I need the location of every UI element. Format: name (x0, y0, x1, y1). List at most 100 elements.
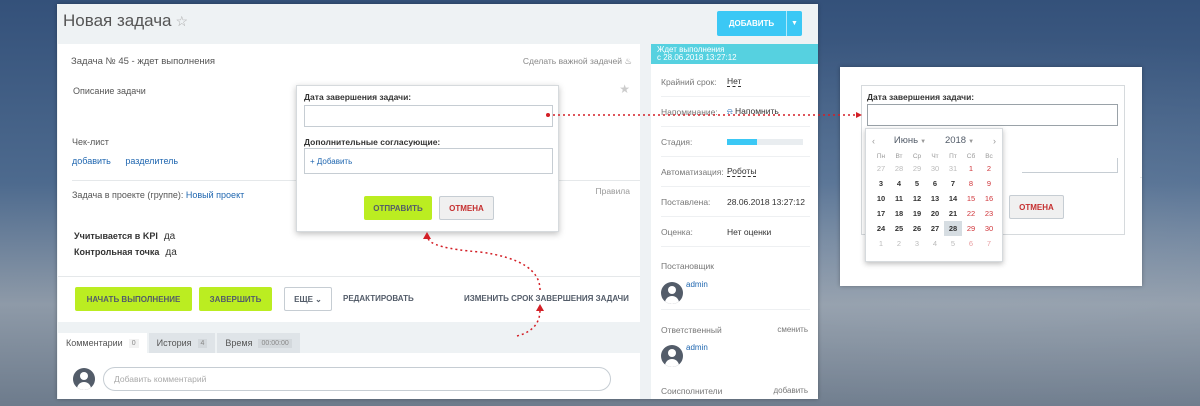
project-link[interactable]: Новый проект (186, 190, 244, 200)
checklist-add-link[interactable]: добавить (72, 156, 111, 166)
weekday-label: Пт (949, 152, 957, 160)
chevron-right-icon[interactable]: › (993, 136, 996, 146)
coexecutors-add-link[interactable]: добавить (773, 386, 808, 395)
calendar-day[interactable]: 19 (908, 206, 926, 221)
calendar-day[interactable]: 28 (890, 161, 908, 176)
approvers-add-field[interactable]: + Добавить (304, 148, 553, 174)
add-button[interactable]: ДОБАВИТЬ ▼ (717, 11, 802, 36)
calendar-day[interactable]: 10 (872, 191, 890, 206)
calendar-day[interactable]: 7 (944, 176, 962, 191)
change-deadline-button[interactable]: ИЗМЕНИТЬ СРОК ЗАВЕРШЕНИЯ ЗАДАЧИ (464, 294, 629, 303)
tab-count: 00:00:00 (258, 338, 292, 348)
automation-value[interactable]: Роботы (727, 166, 757, 177)
finish-button[interactable]: ЗАВЕРШИТЬ (199, 287, 272, 311)
tab-time[interactable]: Время 00:00:00 (217, 333, 300, 353)
calendar-day[interactable]: 14 (944, 191, 962, 206)
calendar-day[interactable]: 9 (980, 176, 998, 191)
calendar-day[interactable]: 31 (944, 161, 962, 176)
calendar-day[interactable]: 18 (890, 206, 908, 221)
creator-name[interactable]: admin (686, 280, 708, 289)
calendar-day[interactable]: 21 (944, 206, 962, 221)
calendar-day[interactable]: 7 (980, 236, 998, 251)
more-button[interactable]: ЕЩЕ ⌄ (284, 287, 332, 311)
calendar-day[interactable]: 11 (890, 191, 908, 206)
calendar-day[interactable]: 4 (890, 176, 908, 191)
calendar-day[interactable]: 23 (980, 206, 998, 221)
calendar-day[interactable]: 2 (890, 236, 908, 251)
cancel-button[interactable]: ОТМЕНА (1009, 195, 1064, 219)
stage-row: Стадия: (661, 127, 810, 157)
month-select[interactable]: Июнь ▼ (894, 135, 926, 146)
stage-progress-fill (727, 138, 758, 145)
make-important-link[interactable]: Сделать важной задачей ♨ (523, 56, 632, 67)
add-approver-link[interactable]: + Добавить (310, 157, 352, 166)
calendar-day[interactable]: 8 (962, 176, 980, 191)
edit-button[interactable]: РЕДАКТИРОВАТЬ (343, 294, 414, 303)
calendar-day[interactable]: 15 (962, 191, 980, 206)
calendar-day[interactable]: 29 (908, 161, 926, 176)
deadline-value[interactable]: Нет (727, 76, 742, 87)
calendar-day[interactable]: 12 (908, 191, 926, 206)
year-select[interactable]: 2018 ▼ (945, 135, 974, 146)
calendar-day[interactable]: 13 (926, 191, 944, 206)
calendar-day[interactable]: 6 (962, 236, 980, 251)
deadline-input[interactable] (304, 105, 553, 127)
star-icon[interactable]: ☆ (176, 13, 189, 29)
calendar-day[interactable]: 3 (908, 236, 926, 251)
start-button[interactable]: НАЧАТЬ ВЫПОЛНЕНИЕ (75, 287, 192, 311)
calendar-day[interactable]: 4 (926, 236, 944, 251)
comment-input[interactable]: Добавить комментарий (103, 367, 611, 391)
calendar-day[interactable]: 1 (962, 161, 980, 176)
calendar-day[interactable]: 6 (926, 176, 944, 191)
calendar-day[interactable]: 27 (872, 161, 890, 176)
calendar-day[interactable]: 3 (872, 176, 890, 191)
calendar-day[interactable]: 2 (980, 161, 998, 176)
calendar-day[interactable]: 5 (944, 236, 962, 251)
calendar-day[interactable]: 22 (962, 206, 980, 221)
reminder-link[interactable]: ⍾ Напомнить (727, 106, 779, 117)
avatar (661, 282, 683, 304)
calendar-day[interactable]: 26 (908, 221, 926, 236)
tab-comments[interactable]: Комментарии 0 (58, 333, 147, 353)
deadline-input[interactable] (867, 104, 1118, 126)
chevron-left-icon[interactable]: ‹ (872, 136, 875, 146)
stage-progress[interactable] (727, 138, 803, 145)
reminder-label: Напоминание: (661, 106, 718, 117)
calendar-day[interactable]: 28 (944, 221, 962, 236)
creator-user[interactable]: admin (661, 280, 708, 304)
rules-link[interactable]: Правила (595, 186, 630, 196)
calendar-day[interactable]: 30 (926, 161, 944, 176)
chevron-down-icon: ⌄ (315, 294, 322, 304)
favorite-star-icon[interactable]: ★ (619, 82, 630, 96)
rating-value[interactable]: Нет оценки (727, 227, 771, 237)
weekday-label: Ср (912, 152, 922, 160)
calendar-day[interactable]: 25 (890, 221, 908, 236)
calendar-day[interactable]: 29 (962, 221, 980, 236)
deadline-label: Дата завершения задачи: (304, 92, 412, 102)
responsible-name[interactable]: admin (686, 343, 708, 352)
checklist-separator-link[interactable]: разделитель (125, 156, 178, 166)
checkpoint-label: Контрольная точка (74, 247, 160, 257)
chevron-down-icon[interactable]: ▼ (786, 11, 802, 36)
calendar-day[interactable]: 5 (908, 176, 926, 191)
responsible-user[interactable]: admin (661, 343, 708, 367)
calendar-day[interactable]: 20 (926, 206, 944, 221)
calendar-day[interactable]: 16 (980, 191, 998, 206)
weekday-label: Вс (985, 152, 993, 160)
calendar-day[interactable]: 30 (980, 221, 998, 236)
responsible-change-link[interactable]: сменить (777, 325, 808, 334)
comment-area: Добавить комментарий (58, 353, 640, 399)
calendar-day[interactable]: 1 (872, 236, 890, 251)
calendar-day[interactable]: 27 (926, 221, 944, 236)
tab-history[interactable]: История 4 (148, 333, 216, 353)
cancel-button[interactable]: ОТМЕНА (439, 196, 494, 220)
coexecutors-label: Соисполнители (661, 386, 723, 396)
calendar-day[interactable]: 24 (872, 221, 890, 236)
page-title-text: Новая задача (63, 11, 172, 30)
tab-label: Комментарии (66, 338, 123, 348)
calendar-day[interactable]: 17 (872, 206, 890, 221)
task-sidebar: Ждет выполнения с 28.06.2018 13:27:12 Кра… (651, 44, 818, 399)
send-button[interactable]: ОТПРАВИТЬ (364, 196, 432, 220)
checkpoint-row: Контрольная точка да (74, 247, 177, 258)
chevron-down-icon: ▼ (920, 139, 927, 145)
